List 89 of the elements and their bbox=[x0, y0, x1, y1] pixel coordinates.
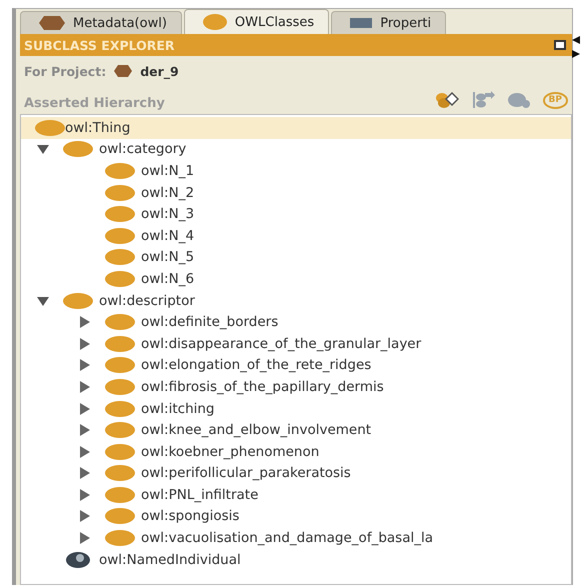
class-icon bbox=[105, 486, 135, 503]
circle-icon bbox=[202, 14, 227, 30]
tree-item[interactable]: owl:definite_borders bbox=[21, 311, 571, 333]
class-name: owl:vacuolisation_and_damage_of_basal_la bbox=[141, 530, 433, 546]
tree-item[interactable]: owl:N_1 bbox=[21, 160, 571, 182]
class-icon bbox=[105, 357, 135, 374]
class-icon bbox=[105, 336, 135, 352]
class-name: owl:perifollicular_parakeratosis bbox=[141, 465, 351, 482]
tree-item[interactable]: owl:disappearance_of_the_granular_layer bbox=[21, 332, 571, 355]
collapsed-arrow-icon[interactable] bbox=[79, 424, 91, 436]
hierarchy-label: Asserted Hierarchy bbox=[24, 96, 166, 110]
tab[interactable]: Properti bbox=[331, 11, 446, 34]
rectangle-icon bbox=[350, 18, 372, 28]
tree-item[interactable]: owl:NamedIndividual bbox=[21, 548, 571, 570]
collapsed-arrow-icon[interactable] bbox=[79, 380, 91, 393]
class-name: owl:N_4 bbox=[141, 228, 194, 244]
project-name: der_9 bbox=[140, 64, 179, 78]
class-name: owl:fibrosis_of_the_papillary_dermis bbox=[141, 378, 384, 395]
class-name: owl:PNL_infiltrate bbox=[141, 486, 258, 503]
class-name: owl:Thing bbox=[65, 120, 130, 136]
class-name: owl:N_3 bbox=[141, 206, 194, 222]
tree-item[interactable]: owl:N_5 bbox=[21, 246, 571, 268]
tree-item[interactable]: owl:N_3 bbox=[21, 203, 571, 225]
class-name: owl:N_6 bbox=[141, 270, 194, 287]
hexagon-icon bbox=[39, 16, 65, 30]
class-icon bbox=[105, 444, 135, 460]
collapsed-arrow-icon[interactable] bbox=[79, 316, 91, 328]
class-icon bbox=[105, 162, 135, 179]
tree-item[interactable]: owl:descriptor bbox=[21, 290, 571, 312]
tree-item[interactable]: owl:category bbox=[21, 138, 571, 160]
class-name: owl:N_5 bbox=[141, 249, 194, 266]
tree-item[interactable]: owl:knee_and_elbow_involvement bbox=[21, 419, 571, 441]
tree-item[interactable]: owl:Thing bbox=[21, 117, 571, 139]
tree-item[interactable]: owl:spongiosis bbox=[21, 506, 571, 528]
tree-item[interactable]: owl:itching bbox=[21, 398, 571, 420]
collapsed-arrow-icon[interactable] bbox=[79, 359, 91, 372]
class-name: owl:N_2 bbox=[141, 184, 194, 201]
class-icon bbox=[63, 292, 93, 309]
class-name: owl:definite_borders bbox=[141, 314, 278, 330]
hexagon-icon bbox=[114, 65, 132, 77]
tree-item[interactable]: owl:fibrosis_of_the_papillary_dermis bbox=[21, 376, 571, 398]
class-name: owl:category bbox=[99, 141, 186, 158]
collapsed-arrow-icon[interactable] bbox=[79, 488, 91, 501]
collapsed-arrow-icon[interactable] bbox=[79, 446, 91, 458]
class-icon bbox=[105, 378, 135, 395]
class-name: owl:knee_and_elbow_involvement bbox=[141, 422, 372, 438]
panel-title: SUBCLASS EXPLORER bbox=[24, 38, 175, 52]
collapsed-arrow-icon[interactable] bbox=[79, 532, 91, 544]
create-class-icon[interactable] bbox=[434, 91, 459, 109]
expanded-arrow-icon[interactable] bbox=[37, 294, 49, 307]
class-icon bbox=[105, 314, 135, 330]
class-name: owl:elongation_of_the_rete_ridges bbox=[141, 357, 372, 374]
collapsed-arrow-icon[interactable] bbox=[79, 467, 91, 480]
class-icon bbox=[105, 530, 135, 546]
class-icon bbox=[105, 206, 135, 222]
class-icon bbox=[105, 184, 135, 201]
tree-item[interactable]: owl:PNL_infiltrate bbox=[21, 484, 571, 506]
tree-item[interactable]: owl:N_4 bbox=[21, 224, 571, 247]
class-icon bbox=[105, 400, 135, 417]
tree-item[interactable]: owl:koebner_phenomenon bbox=[21, 440, 571, 462]
tree-item[interactable]: owl:N_6 bbox=[21, 268, 571, 290]
class-icon bbox=[105, 270, 135, 287]
maximize-icon[interactable] bbox=[554, 40, 566, 50]
class-name: owl:koebner_phenomenon bbox=[141, 444, 320, 460]
class-name: owl:itching bbox=[141, 400, 214, 417]
tab[interactable]: OWLClasses bbox=[184, 9, 330, 34]
class-icon bbox=[105, 508, 135, 524]
tree-item[interactable]: owl:elongation_of_the_rete_ridges bbox=[21, 354, 571, 376]
expanded-arrow-icon[interactable] bbox=[37, 143, 49, 156]
class-icon bbox=[105, 465, 135, 482]
class-name: owl:descriptor bbox=[99, 292, 195, 309]
class-name: owl:disappearance_of_the_granular_layer bbox=[141, 336, 422, 352]
class-icon bbox=[105, 249, 135, 266]
tree-item[interactable]: owl:perifollicular_parakeratosis bbox=[21, 462, 571, 484]
tree-item[interactable]: owl:N_2 bbox=[21, 182, 571, 204]
class-icon bbox=[105, 228, 135, 244]
tab[interactable]: Metadata(owl) bbox=[20, 11, 182, 34]
tree-item[interactable]: owl:vacuolisation_and_damage_of_basal_la bbox=[21, 527, 571, 549]
class-icon bbox=[63, 141, 93, 158]
collapsed-arrow-icon[interactable] bbox=[79, 510, 91, 522]
collapsed-arrow-icon[interactable] bbox=[79, 338, 91, 350]
class-name: owl:N_1 bbox=[141, 162, 194, 179]
class-name: owl:NamedIndividual bbox=[99, 552, 241, 568]
class-icon bbox=[35, 120, 65, 136]
class-icon bbox=[105, 422, 135, 438]
scroll-arrows-icon[interactable] bbox=[572, 36, 580, 58]
collapsed-arrow-icon[interactable] bbox=[79, 402, 91, 415]
project-label: For Project: bbox=[24, 64, 106, 78]
class-name: owl:spongiosis bbox=[141, 508, 240, 524]
